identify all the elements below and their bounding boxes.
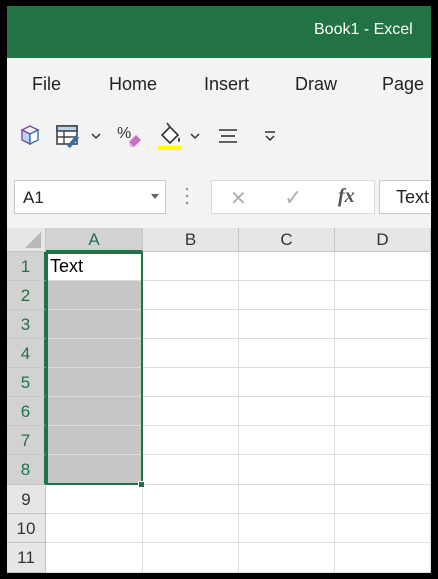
name-box-value: A1 <box>23 188 44 207</box>
cell-a2[interactable] <box>46 281 143 310</box>
table-format-icon <box>56 125 79 148</box>
cell-c4[interactable] <box>239 339 335 368</box>
row-header-4[interactable]: 4 <box>7 339 46 368</box>
formula-area: A1 ✕ ✓ fx Text <box>7 164 431 228</box>
cell-a10[interactable] <box>46 514 143 543</box>
cell-c1[interactable] <box>239 252 335 281</box>
row-header-9[interactable]: 9 <box>7 485 46 514</box>
select-all-corner[interactable] <box>7 228 46 252</box>
more-options-icon <box>265 131 275 142</box>
formula-buttons: ✕ ✓ fx <box>211 180 375 214</box>
align-button[interactable] <box>215 122 241 150</box>
cell-d8[interactable] <box>335 455 431 485</box>
cell-a3[interactable] <box>46 310 143 339</box>
row-header-3[interactable]: 3 <box>7 310 46 339</box>
ribbon-toolbar: % <box>7 108 431 164</box>
table-format-button[interactable] <box>53 122 83 150</box>
tab-home[interactable]: Home <box>109 74 157 95</box>
cell-b10[interactable] <box>143 514 239 543</box>
row-header-7[interactable]: 7 <box>7 426 46 455</box>
cell-d1[interactable] <box>335 252 431 281</box>
cell-b8[interactable] <box>143 455 239 485</box>
column-header-a[interactable]: A <box>46 228 143 252</box>
cell-d2[interactable] <box>335 281 431 310</box>
cell-a4[interactable] <box>46 339 143 368</box>
cell-b9[interactable] <box>143 485 239 514</box>
cell-d3[interactable] <box>335 310 431 339</box>
cell-b3[interactable] <box>143 310 239 339</box>
select-all-icon <box>25 232 41 248</box>
row-header-8[interactable]: 8 <box>7 455 46 485</box>
more-options-button[interactable] <box>260 122 280 150</box>
cell-a7[interactable] <box>46 426 143 455</box>
row-header-5[interactable]: 5 <box>7 368 46 397</box>
format-cells-icon <box>20 125 40 146</box>
tab-draw[interactable]: Draw <box>295 74 337 95</box>
cell-b4[interactable] <box>143 339 239 368</box>
name-box[interactable]: A1 <box>14 180 166 214</box>
cell-d11[interactable] <box>335 543 431 573</box>
tab-page[interactable]: Page <box>382 74 424 95</box>
cell-c9[interactable] <box>239 485 335 514</box>
percent-format-button[interactable]: % <box>113 122 147 150</box>
row-header-2[interactable]: 2 <box>7 281 46 310</box>
cell-c10[interactable] <box>239 514 335 543</box>
format-cells-button[interactable] <box>17 122 45 150</box>
cell-d7[interactable] <box>335 426 431 455</box>
cell-c11[interactable] <box>239 543 335 573</box>
cell-a8[interactable] <box>46 455 143 485</box>
drag-handle-icon[interactable] <box>185 186 189 206</box>
cell-c2[interactable] <box>239 281 335 310</box>
chevron-down-icon[interactable] <box>189 130 201 142</box>
fill-color-button[interactable] <box>155 122 185 150</box>
row-header-1[interactable]: 1 <box>7 252 46 281</box>
cell-c8[interactable] <box>239 455 335 485</box>
insert-function-icon[interactable]: fx <box>338 185 355 208</box>
cell-c6[interactable] <box>239 397 335 426</box>
percent-format-icon: % <box>117 125 141 147</box>
cell-c5[interactable] <box>239 368 335 397</box>
cell-a1[interactable]: Text <box>46 252 143 281</box>
align-icon <box>219 129 237 143</box>
cell-c7[interactable] <box>239 426 335 455</box>
cancel-icon[interactable]: ✕ <box>230 186 247 211</box>
fill-handle[interactable] <box>138 481 145 488</box>
cell-d9[interactable] <box>335 485 431 514</box>
column-header-b[interactable]: B <box>143 228 239 252</box>
window-title: Book1 - Excel <box>314 21 413 38</box>
spreadsheet-grid: A B C D 1 2 3 4 5 6 7 8 9 10 11 Text <box>7 228 431 573</box>
enter-icon[interactable]: ✓ <box>284 185 302 211</box>
row-header-10[interactable]: 10 <box>7 514 46 543</box>
cell-a11[interactable] <box>46 543 143 573</box>
column-header-d[interactable]: D <box>335 228 431 252</box>
formula-bar-input[interactable]: Text <box>379 180 431 214</box>
chevron-down-icon[interactable] <box>90 130 102 142</box>
cell-d5[interactable] <box>335 368 431 397</box>
cell-d10[interactable] <box>335 514 431 543</box>
cell-d4[interactable] <box>335 339 431 368</box>
fill-color-icon <box>158 122 182 150</box>
row-header-6[interactable]: 6 <box>7 397 46 426</box>
cell-d6[interactable] <box>335 397 431 426</box>
cell-b2[interactable] <box>143 281 239 310</box>
ribbon-tabs: File Home Insert Draw Page <box>7 58 431 108</box>
cell-b11[interactable] <box>143 543 239 573</box>
row-header-11[interactable]: 11 <box>7 543 46 573</box>
cell-b6[interactable] <box>143 397 239 426</box>
name-box-dropdown-icon[interactable] <box>151 194 159 199</box>
cell-a9[interactable] <box>46 485 143 514</box>
cell-a5[interactable] <box>46 368 143 397</box>
excel-window: Book1 - Excel File Home Insert Draw Page <box>7 6 431 573</box>
formula-bar-content: Text <box>396 187 430 207</box>
column-header-c[interactable]: C <box>239 228 335 252</box>
cell-b7[interactable] <box>143 426 239 455</box>
tab-file[interactable]: File <box>32 74 61 95</box>
title-bar: Book1 - Excel <box>7 6 431 58</box>
cell-b5[interactable] <box>143 368 239 397</box>
tab-insert[interactable]: Insert <box>204 74 249 95</box>
svg-text:%: % <box>117 125 131 142</box>
cell-c3[interactable] <box>239 310 335 339</box>
cell-b1[interactable] <box>143 252 239 281</box>
cell-a6[interactable] <box>46 397 143 426</box>
